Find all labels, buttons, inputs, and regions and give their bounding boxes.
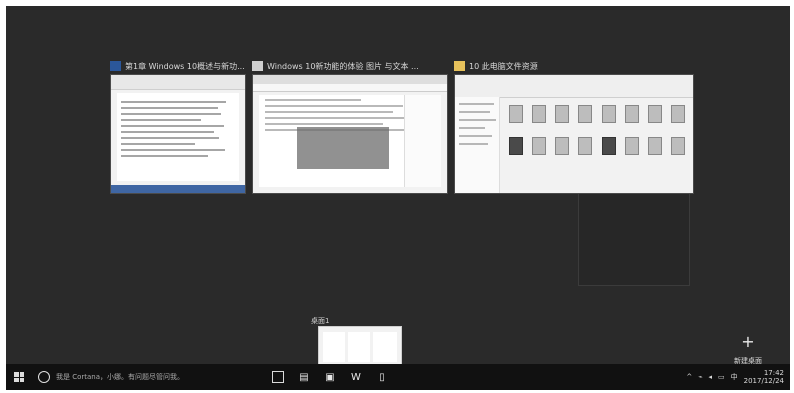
window-title: 第1章 Windows 10概述与新功... xyxy=(125,61,245,71)
document-page xyxy=(117,93,239,181)
file-icon xyxy=(530,137,547,165)
ribbon xyxy=(455,75,693,98)
new-desktop-button[interactable]: + 新建桌面 xyxy=(718,334,778,366)
file-grid xyxy=(507,105,687,185)
word-icon xyxy=(110,61,121,71)
notifications-icon[interactable]: ▭ xyxy=(718,373,725,381)
window-card-header: 第1章 Windows 10概述与新功... xyxy=(110,58,246,74)
system-tray: ^ ⌁ ◂ ▭ 中 17:42 2017/12/24 xyxy=(686,369,790,385)
file-icon xyxy=(507,137,524,165)
file-icon xyxy=(577,137,594,165)
window-thumbnail[interactable] xyxy=(252,74,448,194)
window-card-header: Windows 10新功能的体验 图片 与文本 ... xyxy=(252,58,448,74)
window-card-browser[interactable]: Windows 10新功能的体验 图片 与文本 ... xyxy=(252,58,448,194)
task-view-icon[interactable] xyxy=(272,371,284,383)
window-thumbnail[interactable] xyxy=(110,74,246,194)
file-icon xyxy=(670,105,687,133)
date: 2017/12/24 xyxy=(743,377,784,385)
browser-icon xyxy=(252,61,263,71)
chevron-up-icon[interactable]: ^ xyxy=(686,373,692,381)
file-icon xyxy=(600,105,617,133)
windows-logo-icon xyxy=(14,372,24,382)
ribbon xyxy=(111,75,245,90)
taskbar-pinned-icons: ▤ ▣ W ▯ xyxy=(272,371,388,383)
navigation-pane xyxy=(455,97,500,193)
file-icon xyxy=(577,105,594,133)
folder-icon xyxy=(454,61,465,71)
file-icon xyxy=(670,137,687,165)
page-content xyxy=(259,95,419,187)
task-view-screen: 第1章 Windows 10概述与新功... Windows 10新功能的体验 … xyxy=(6,6,790,390)
tab-bar xyxy=(253,75,447,84)
network-icon[interactable]: ⌁ xyxy=(698,373,702,381)
cortana-icon xyxy=(38,371,50,383)
time: 17:42 xyxy=(763,369,784,377)
status-bar xyxy=(111,185,245,193)
page-sidebar xyxy=(404,95,441,187)
taskbar: 我是 Cortana，小娜。有问题尽管问我。 ▤ ▣ W ▯ ^ ⌁ ◂ ▭ 中… xyxy=(6,364,790,390)
start-button[interactable] xyxy=(6,364,32,390)
file-icon xyxy=(507,105,524,133)
file-icon xyxy=(647,105,664,133)
window-title: 10 此电脑文件资源 xyxy=(469,61,538,71)
file-icon xyxy=(554,105,571,133)
window-title: Windows 10新功能的体验 图片 与文本 ... xyxy=(267,61,419,71)
word-icon[interactable]: W xyxy=(350,371,362,383)
file-icon xyxy=(623,105,640,133)
input-method-label[interactable]: 中 xyxy=(731,372,738,382)
file-icon xyxy=(647,137,664,165)
window-card-header: 10 此电脑文件资源 xyxy=(454,58,694,74)
folder-icon[interactable]: ▤ xyxy=(298,371,310,383)
window-card-explorer[interactable]: 10 此电脑文件资源 xyxy=(454,58,694,194)
address-bar xyxy=(253,84,447,92)
store-icon[interactable]: ▣ xyxy=(324,371,336,383)
file-icon xyxy=(623,137,640,165)
file-icon xyxy=(600,137,617,165)
window-thumbnail[interactable] xyxy=(454,74,694,194)
desktop-label: 桌面1 xyxy=(311,317,330,325)
window-card-word[interactable]: 第1章 Windows 10概述与新功... xyxy=(110,58,246,194)
search-text: 我是 Cortana，小娜。有问题尽管问我。 xyxy=(56,373,185,381)
volume-icon[interactable]: ◂ xyxy=(709,373,713,381)
plus-icon: + xyxy=(741,332,755,351)
cortana-search-box[interactable]: 我是 Cortana，小娜。有问题尽管问我。 xyxy=(32,364,238,390)
file-icon xyxy=(554,137,571,165)
document-icon[interactable]: ▯ xyxy=(376,371,388,383)
content-image xyxy=(297,127,389,169)
file-icon xyxy=(530,105,547,133)
clock[interactable]: 17:42 2017/12/24 xyxy=(744,369,784,385)
